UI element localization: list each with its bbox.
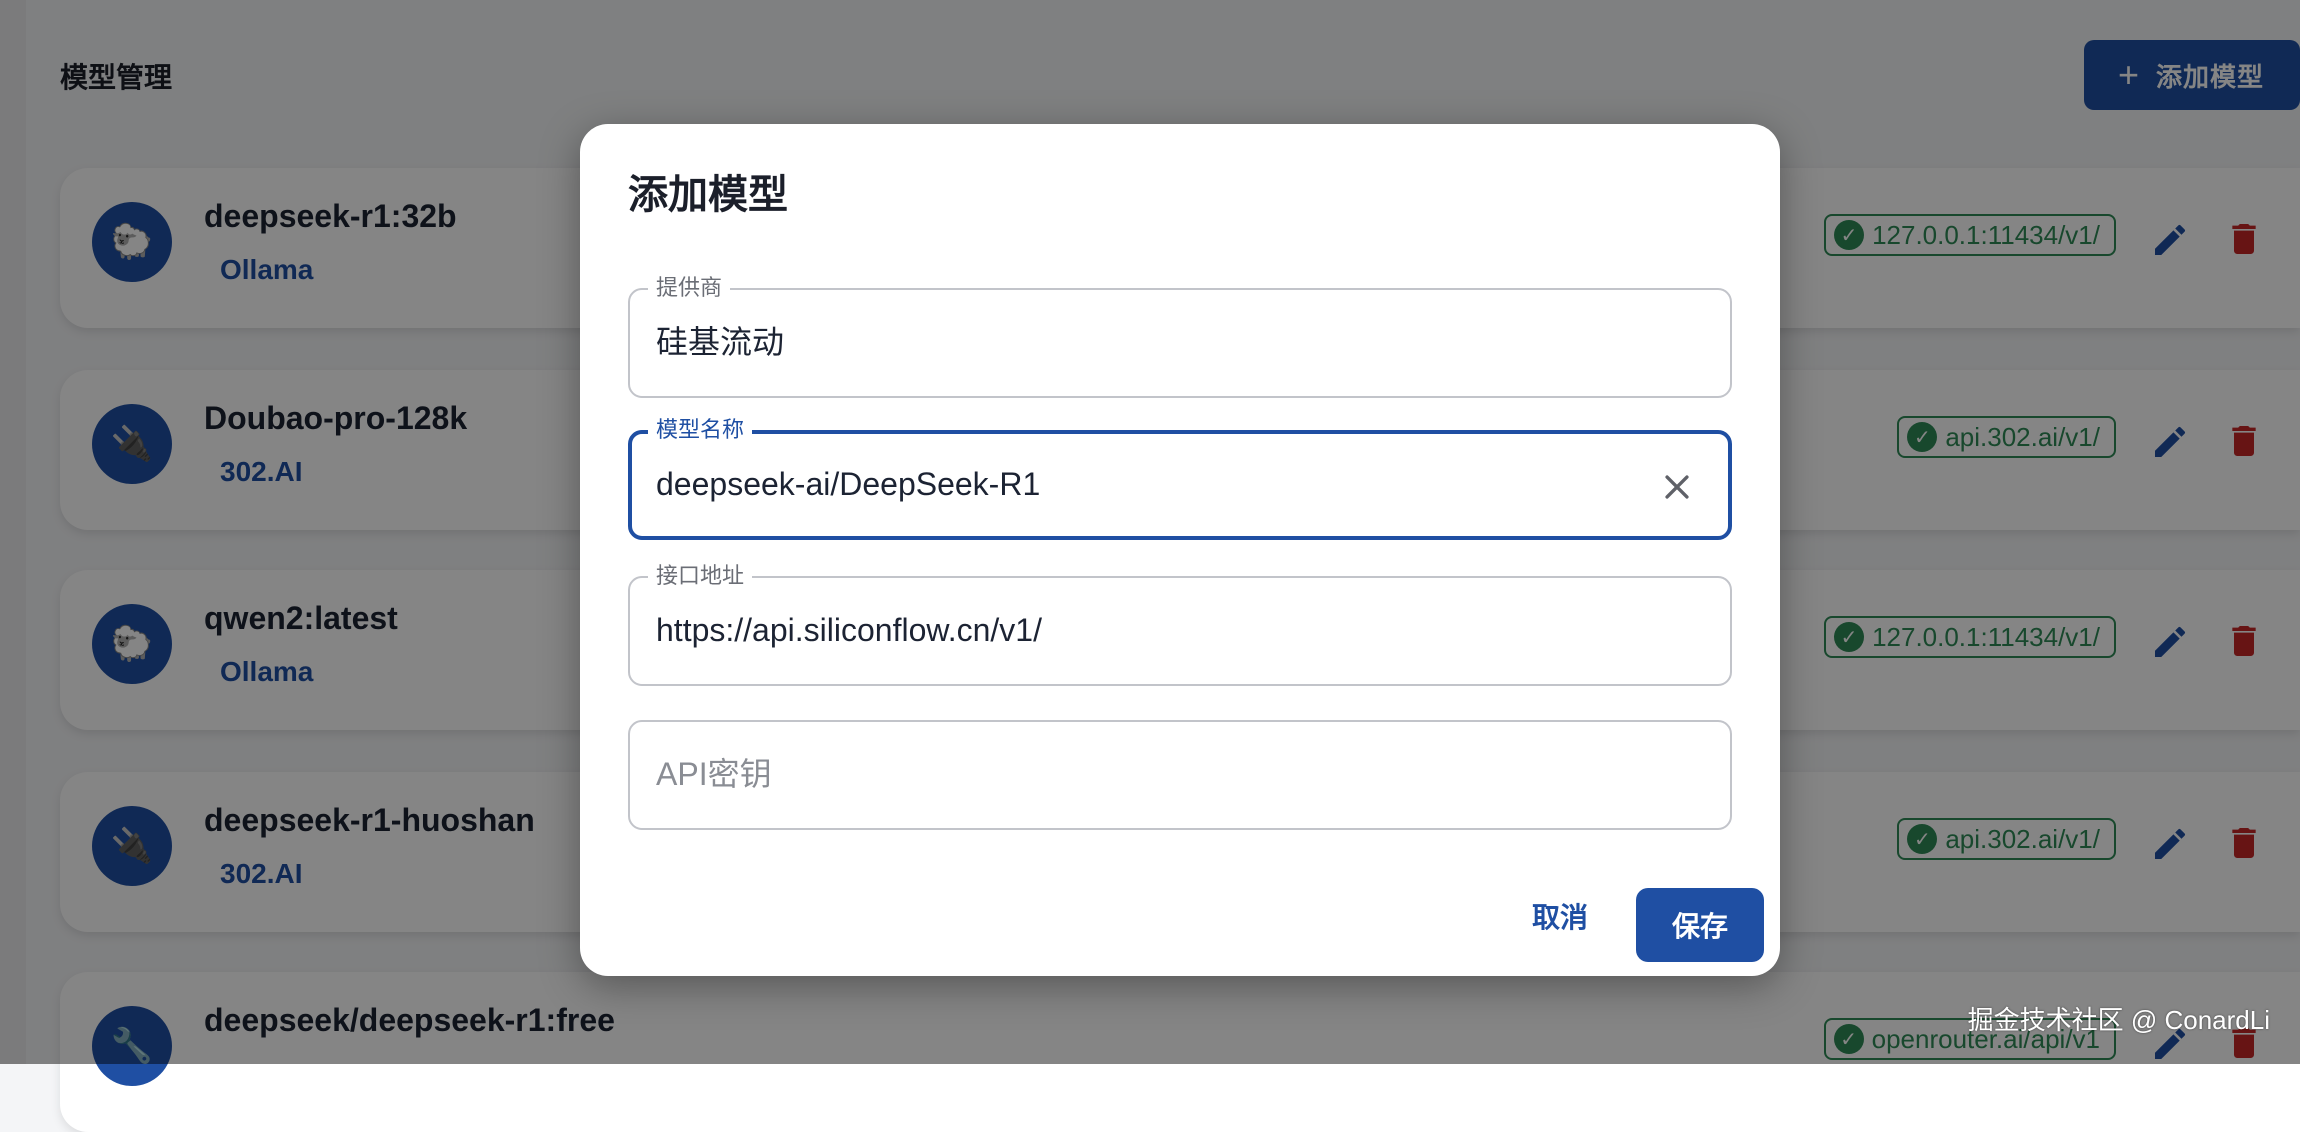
add-model-dialog: 添加模型 提供商 模型名称 接口地址 取消 保存: [580, 124, 1780, 976]
endpoint-field-label: 接口地址: [648, 562, 753, 590]
api-key-field[interactable]: [628, 720, 1732, 830]
api-key-input[interactable]: [656, 754, 1616, 794]
cancel-button[interactable]: 取消: [1512, 888, 1608, 944]
model-name-field[interactable]: 模型名称: [628, 416, 1732, 540]
dialog-title: 添加模型: [628, 173, 788, 217]
save-button[interactable]: 保存: [1636, 888, 1764, 962]
clear-x-icon[interactable]: [1660, 470, 1694, 504]
watermark: 掘金技术社区 @ ConardLi: [1967, 1005, 2270, 1035]
endpoint-field[interactable]: 接口地址: [628, 562, 1732, 686]
model-name-field-label: 模型名称: [648, 416, 753, 444]
provider-field-label: 提供商: [648, 274, 731, 302]
provider-input[interactable]: [656, 322, 1616, 362]
model-name-input[interactable]: [656, 464, 1616, 504]
provider-field[interactable]: 提供商: [628, 274, 1732, 398]
endpoint-input[interactable]: [656, 610, 1616, 650]
